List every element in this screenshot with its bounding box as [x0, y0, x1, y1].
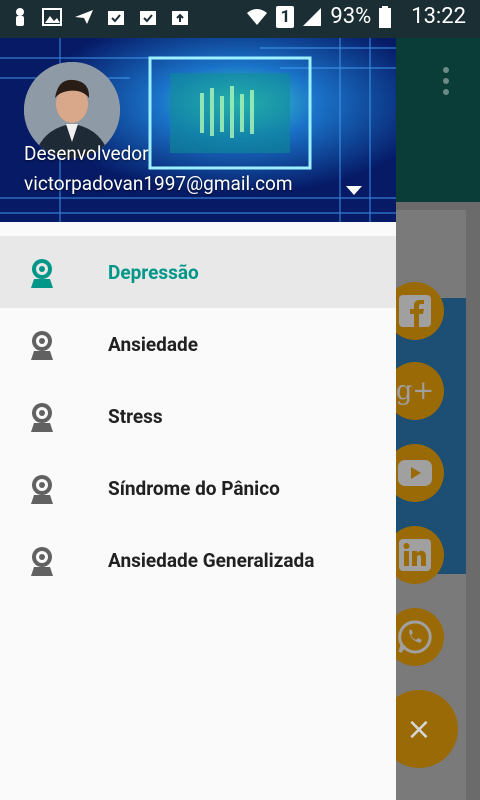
sim-badge: 1 — [276, 5, 295, 28]
linkedin-icon — [399, 539, 431, 571]
facebook-icon — [399, 295, 431, 327]
background-toolbar — [396, 38, 480, 202]
menu-item-depressao[interactable]: Depressão — [0, 236, 396, 308]
overflow-menu-icon — [443, 67, 449, 95]
user-email: victorpadovan1997@gmail.com — [24, 172, 293, 195]
menu-item-label: Síndrome do Pânico — [108, 476, 280, 500]
menu-item-ansiedade-generalizada[interactable]: Ansiedade Generalizada — [0, 524, 396, 596]
menu-item-ansiedade[interactable]: Ansiedade — [0, 308, 396, 380]
menu-item-label: Stress — [108, 404, 163, 428]
google-plus-icon: g+ — [395, 376, 435, 406]
menu-item-label: Ansiedade Generalizada — [108, 548, 315, 572]
drawer-menu: Depressão Ansiedade Stress Síndrome do P… — [0, 236, 396, 596]
webcam-icon — [31, 403, 53, 432]
menu-item-sindrome-do-panico[interactable]: Síndrome do Pânico — [0, 452, 396, 524]
clock: 13:22 — [411, 4, 466, 29]
drawer-header: Desenvolvedor victorpadovan1997@gmail.co… — [0, 38, 396, 222]
menu-item-label: Ansiedade — [108, 332, 198, 356]
menu-item-label: Depressão — [108, 260, 199, 284]
notification-icons — [10, 7, 190, 27]
signal-icon — [303, 7, 322, 26]
image-notification-icon — [42, 8, 62, 26]
navigation-drawer: Desenvolvedor victorpadovan1997@gmail.co… — [0, 0, 396, 800]
account-dropdown-icon[interactable] — [344, 184, 364, 198]
webcam-icon — [31, 547, 53, 576]
webcam-icon — [31, 331, 53, 360]
user-name: Desenvolvedor — [24, 142, 149, 165]
webcam-icon — [31, 475, 53, 504]
upload-notification-icon — [172, 11, 188, 25]
battery-icon — [379, 5, 392, 28]
wifi-icon — [247, 8, 268, 25]
system-status: 1 93% 13:22 — [246, 4, 466, 29]
battery-percentage: 93% — [330, 4, 372, 29]
status-bar: 1 93% 13:22 — [0, 0, 480, 38]
menu-item-stress[interactable]: Stress — [0, 380, 396, 452]
task-notification-icon-2 — [140, 11, 156, 25]
task-notification-icon — [108, 11, 124, 25]
youtube-icon — [398, 460, 432, 486]
close-icon: × — [406, 711, 432, 747]
whatsapp-icon — [398, 620, 432, 654]
person-notification-icon — [16, 8, 24, 26]
webcam-icon — [31, 259, 53, 288]
send-notification-icon — [75, 10, 93, 24]
